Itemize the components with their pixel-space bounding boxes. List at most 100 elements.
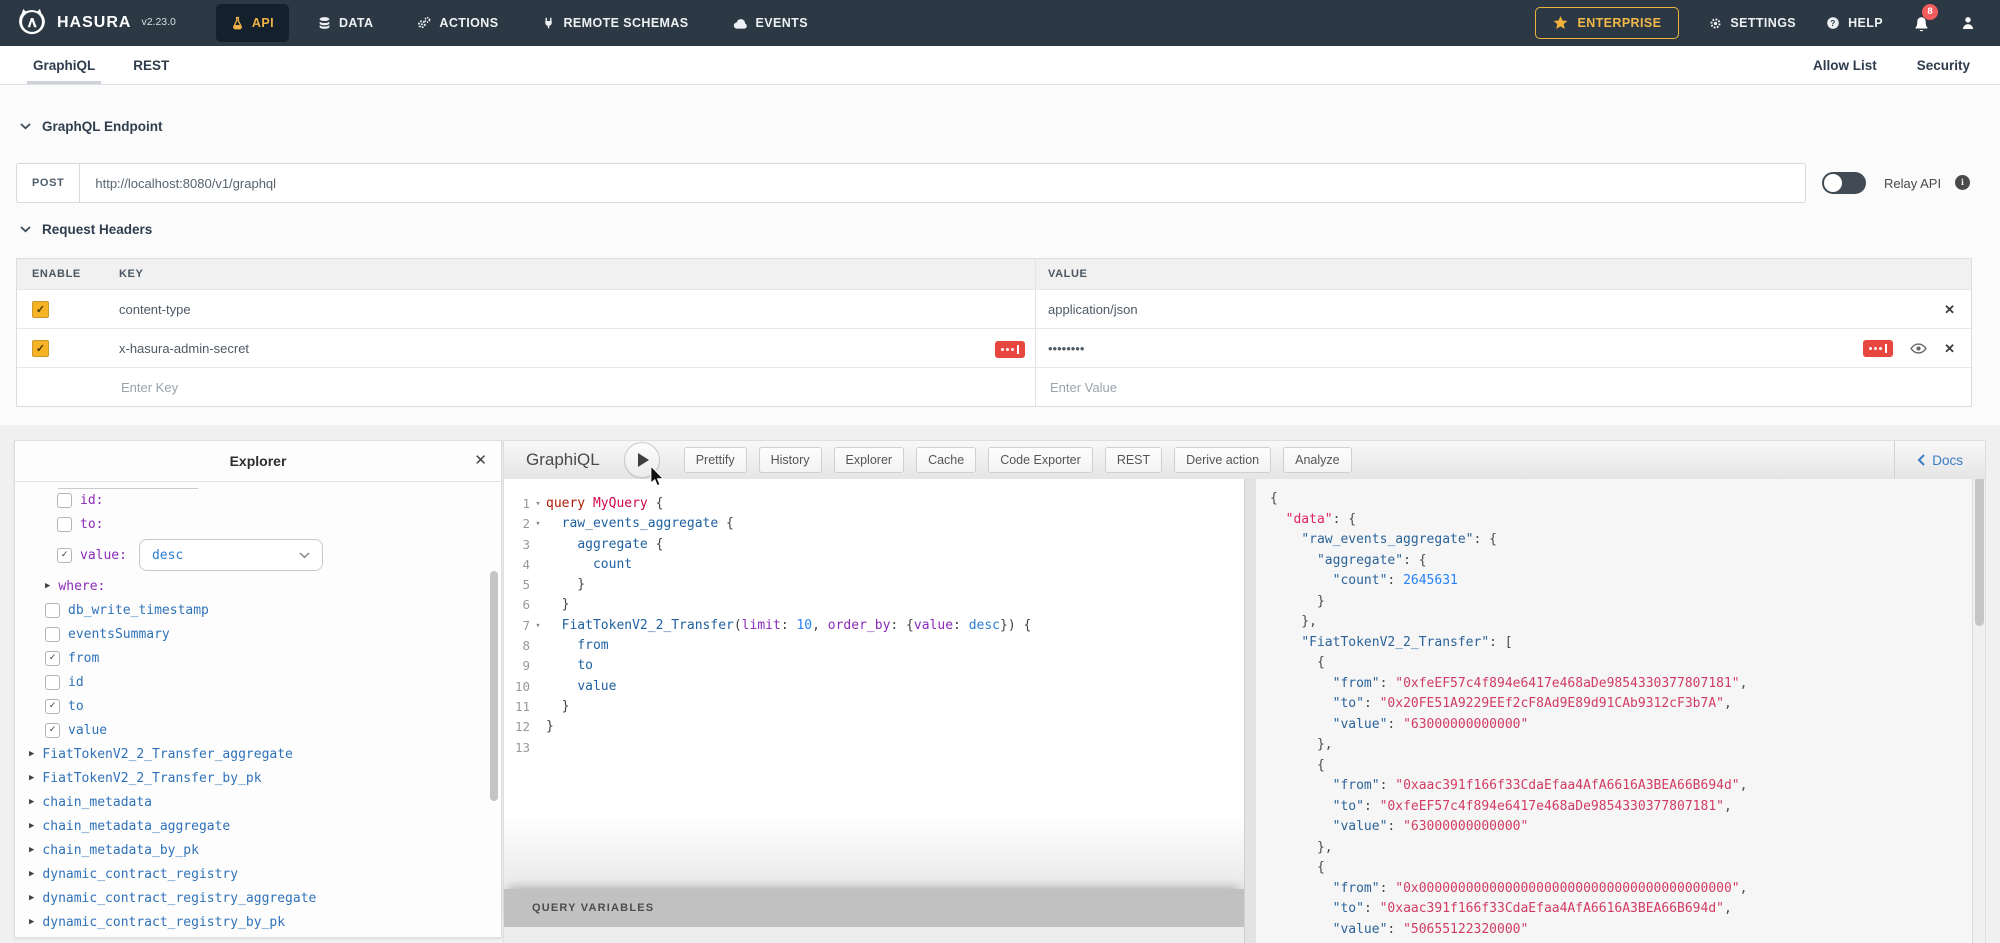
- explorer-item-chain-metadata-aggregate[interactable]: ▶chain_metadata_aggregate: [15, 814, 501, 838]
- relay-api-toggle[interactable]: [1822, 172, 1866, 194]
- editor-line: 12}: [504, 717, 1244, 737]
- response-line: "from": "0xaac391f166f33CdaEfaa4AfA6616A…: [1270, 776, 1985, 797]
- nav-item-remote-schemas[interactable]: REMOTE SCHEMAS: [527, 4, 703, 42]
- link-security[interactable]: Security: [1915, 46, 1972, 84]
- toolbar-button-cache[interactable]: Cache: [916, 447, 976, 473]
- version-label: v2.23.0: [141, 16, 175, 28]
- explorer-item-eventssummary[interactable]: eventsSummary: [15, 622, 501, 646]
- eye-icon[interactable]: [1910, 343, 1927, 354]
- field-checkbox[interactable]: [45, 627, 60, 642]
- editor-line: 9 to: [504, 656, 1244, 676]
- explorer-item-dynamic-contract-registry-aggregate[interactable]: ▶dynamic_contract_registry_aggregate: [15, 886, 501, 910]
- explorer-item-fiattokenv2-2-transfer-by-pk[interactable]: ▶FiatTokenV2_2_Transfer_by_pk: [15, 766, 501, 790]
- tab-rest[interactable]: REST: [131, 46, 171, 84]
- fold-marker-icon: [530, 575, 546, 595]
- expand-arrow-icon: ▶: [29, 893, 34, 903]
- query-variables-bar[interactable]: QUERY VARIABLES: [504, 889, 1244, 927]
- field-checkbox[interactable]: [45, 675, 60, 690]
- explorer-item-fiattokenv2-2-transfer-aggregate[interactable]: ▶FiatTokenV2_2_Transfer_aggregate: [15, 742, 501, 766]
- fold-marker-icon: [530, 697, 546, 717]
- explorer-item-dynamic-contract-registry-by-pk[interactable]: ▶dynamic_contract_registry_by_pk: [15, 910, 501, 934]
- response-line: "count": 2645631: [1270, 571, 1985, 592]
- help-button[interactable]: ? HELP: [1826, 16, 1883, 30]
- remove-header-icon[interactable]: ✕: [1944, 342, 1955, 355]
- explorer-item-chain-metadata[interactable]: ▶chain_metadata: [15, 790, 501, 814]
- response-line: "raw_events_aggregate": {: [1270, 530, 1985, 551]
- header-value-cell[interactable]: ••••••••✕: [1035, 329, 1971, 367]
- new-header-key-input[interactable]: [119, 379, 984, 396]
- editor-line: 10 value: [504, 677, 1244, 697]
- toolbar-button-derive-action[interactable]: Derive action: [1174, 447, 1271, 473]
- link-allow-list[interactable]: Allow List: [1811, 46, 1879, 84]
- response-scrollbar[interactable]: [1972, 479, 1985, 943]
- field-checkbox[interactable]: ✓: [45, 651, 60, 666]
- endpoint-url-input[interactable]: [80, 163, 1806, 203]
- toolbar-button-history[interactable]: History: [759, 447, 822, 473]
- fold-marker-icon[interactable]: ▾: [530, 494, 546, 514]
- hasura-logo-icon[interactable]: [16, 7, 48, 39]
- field-checkbox[interactable]: [45, 603, 60, 618]
- explorer-item-from[interactable]: ✓from: [15, 646, 501, 670]
- fold-marker-icon[interactable]: ▾: [530, 514, 546, 534]
- explorer-item-where-[interactable]: ▶where:: [15, 574, 501, 598]
- cloud-icon: [733, 17, 748, 30]
- toolbar-button-rest[interactable]: REST: [1105, 447, 1162, 473]
- header-key-cell[interactable]: content-type: [107, 290, 1035, 328]
- request-headers-section-header[interactable]: Request Headers: [20, 222, 152, 237]
- explorer-item-id[interactable]: id: [15, 670, 501, 694]
- header-key-cell[interactable]: x-hasura-admin-secret: [107, 329, 1035, 367]
- explorer-item-value[interactable]: ✓value: [15, 718, 501, 742]
- explorer-scrollbar[interactable]: [490, 571, 498, 801]
- editor-line: 11 }: [504, 697, 1244, 717]
- explorer-item-id-[interactable]: id:: [15, 488, 501, 512]
- field-checkbox[interactable]: [57, 517, 72, 532]
- api-tab-links: Allow List Security: [1811, 46, 1972, 84]
- query-editor[interactable]: 1▾query MyQuery {2▾ raw_events_aggregate…: [504, 479, 1244, 889]
- notifications-button[interactable]: 8: [1913, 13, 1930, 34]
- question-icon: ?: [1826, 16, 1840, 30]
- explorer-close-icon[interactable]: ✕: [474, 451, 487, 469]
- nav-item-api[interactable]: API: [216, 4, 289, 42]
- response-line: }: [1270, 592, 1985, 613]
- fold-marker-icon[interactable]: ▾: [530, 616, 546, 636]
- toolbar-button-prettify[interactable]: Prettify: [684, 447, 747, 473]
- nav-item-events[interactable]: EVENTS: [718, 4, 823, 42]
- field-checkbox[interactable]: ✓: [45, 699, 60, 714]
- header-value-cell[interactable]: application/json✕: [1035, 290, 1971, 328]
- docs-button[interactable]: Docs: [1894, 441, 1985, 479]
- explorer-item-dynamic-contract-registry[interactable]: ▶dynamic_contract_registry: [15, 862, 501, 886]
- response-line: "from": "0x00000000000000000000000000000…: [1270, 879, 1985, 900]
- relay-info-icon[interactable]: i: [1955, 175, 1970, 190]
- field-checkbox[interactable]: ✓: [45, 723, 60, 738]
- editor-line: 4 count: [504, 555, 1244, 575]
- tab-graphiql[interactable]: GraphiQL: [31, 46, 97, 84]
- graphiql-panel: GraphiQL PrettifyHistoryExplorerCacheCod…: [503, 440, 1986, 943]
- graphql-endpoint-section-header[interactable]: GraphQL Endpoint: [20, 119, 163, 134]
- execute-query-button[interactable]: [624, 442, 660, 478]
- headers-table-header: ENABLE KEY VALUE: [17, 259, 1971, 289]
- explorer-item-value-[interactable]: ✓value:desc: [15, 536, 501, 574]
- explorer-item-db-write-timestamp[interactable]: db_write_timestamp: [15, 598, 501, 622]
- response-line: "from": "0xfeEF57c4f894e6417e468aDe98543…: [1270, 674, 1985, 695]
- order-direction-select[interactable]: desc: [139, 539, 323, 571]
- explorer-item-chain-metadata-by-pk[interactable]: ▶chain_metadata_by_pk: [15, 838, 501, 862]
- main-nav: API DATA ACTIONS REMOTE SCHEMAS EVENTS: [216, 0, 823, 46]
- query-variables-editor[interactable]: [504, 927, 1244, 943]
- header-enabled-checkbox[interactable]: ✓: [32, 301, 49, 318]
- toolbar-button-explorer[interactable]: Explorer: [834, 447, 905, 473]
- field-checkbox[interactable]: [57, 493, 72, 508]
- field-checkbox[interactable]: ✓: [57, 548, 72, 563]
- nav-item-actions[interactable]: ACTIONS: [402, 4, 513, 42]
- explorer-item-to[interactable]: ✓to: [15, 694, 501, 718]
- settings-button[interactable]: SETTINGS: [1709, 16, 1796, 30]
- explorer-item-to-[interactable]: to:: [15, 512, 501, 536]
- new-header-value-input[interactable]: [1048, 379, 1914, 396]
- user-menu-button[interactable]: [1960, 15, 1976, 31]
- nav-item-data[interactable]: DATA: [303, 4, 388, 42]
- response-line: "value": "63000000000000": [1270, 817, 1985, 838]
- toolbar-button-code-exporter[interactable]: Code Exporter: [988, 447, 1093, 473]
- toolbar-button-analyze[interactable]: Analyze: [1283, 447, 1351, 473]
- remove-header-icon[interactable]: ✕: [1944, 303, 1955, 316]
- enterprise-button[interactable]: ENTERPRISE: [1535, 7, 1679, 39]
- header-enabled-checkbox[interactable]: ✓: [32, 340, 49, 357]
